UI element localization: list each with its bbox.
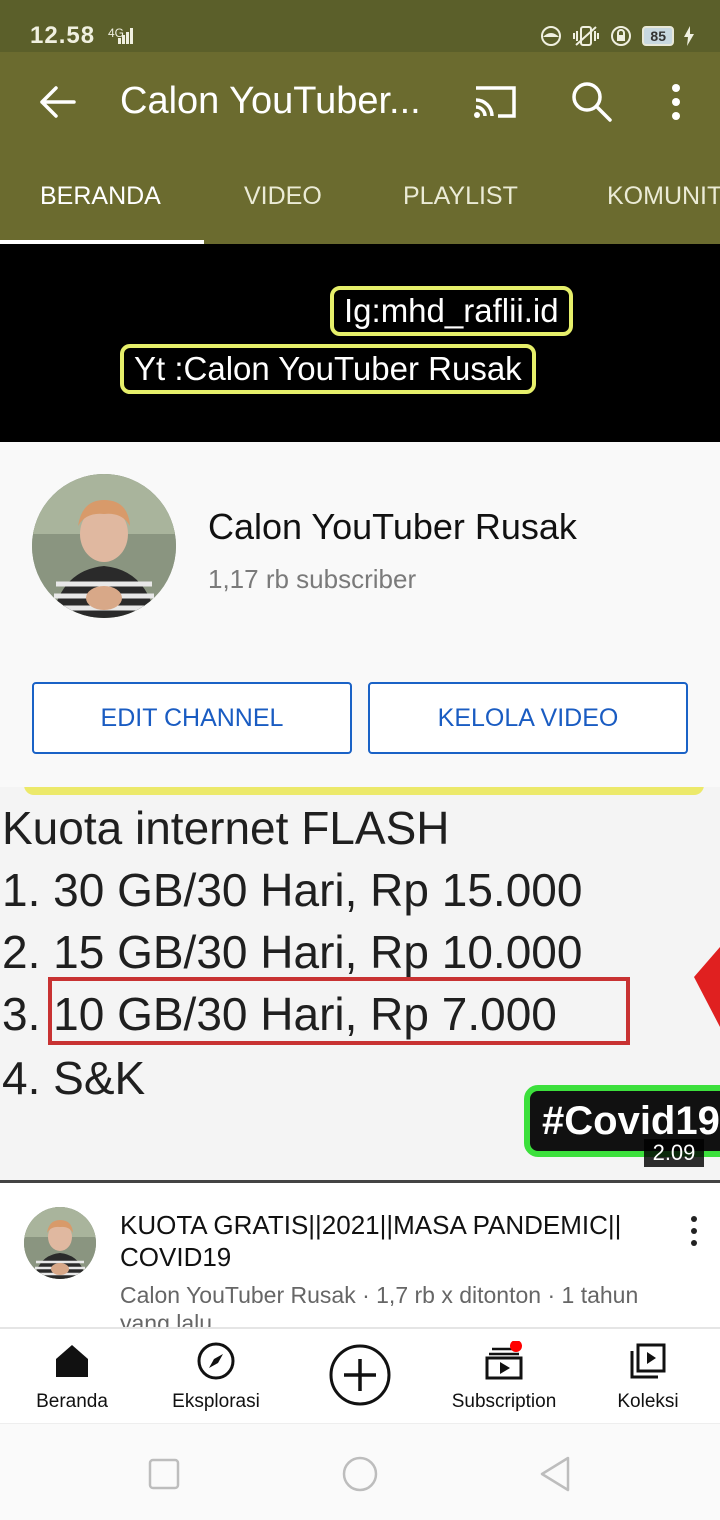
thumbnail-text-line: Kuota internet FLASH bbox=[2, 802, 450, 854]
tab-beranda[interactable]: BERANDA bbox=[40, 182, 161, 211]
channel-info: Calon YouTuber Rusak 1,17 rb subscriber … bbox=[0, 442, 720, 787]
banner-instagram-text: Ig:mhd_raflii.id bbox=[330, 286, 573, 336]
thumbnail-arrow-shape bbox=[694, 947, 720, 1027]
nav-item-beranda[interactable]: Beranda bbox=[0, 1329, 144, 1425]
video-duration: 2.09 bbox=[644, 1139, 704, 1167]
channel-tabs: BERANDA VIDEO PLAYLIST KOMUNIT bbox=[0, 152, 720, 244]
nav-label: Beranda bbox=[36, 1391, 108, 1412]
video-metadata: Calon YouTuber Rusak · 1,7 rb x ditonton… bbox=[120, 1282, 639, 1327]
cast-icon[interactable] bbox=[470, 80, 520, 124]
thumbnail-text-line: 2. 15 GB/30 Hari, Rp 10.000 bbox=[2, 926, 583, 978]
video-list-item[interactable]: KUOTA GRATIS||2021||MASA PANDEMIC|| COVI… bbox=[0, 1183, 720, 1327]
app-bar: Calon YouTuber... bbox=[0, 52, 720, 152]
system-navigation-bar bbox=[0, 1423, 720, 1520]
home-button-icon[interactable] bbox=[340, 1454, 380, 1494]
status-time: 12.58 bbox=[30, 22, 96, 49]
channel-banner: Ig:mhd_raflii.id Yt :Calon YouTuber Rusa… bbox=[0, 244, 720, 442]
more-vert-icon[interactable] bbox=[660, 80, 692, 124]
banner-youtube-text: Yt :Calon YouTuber Rusak bbox=[120, 344, 536, 394]
nav-item-subscription[interactable]: Subscription bbox=[432, 1329, 576, 1425]
avatar-image bbox=[32, 474, 176, 618]
video-channel-avatar[interactable] bbox=[24, 1207, 96, 1279]
status-bar: 12.58 4G 85 bbox=[0, 0, 720, 52]
battery-indicator: 85 bbox=[642, 26, 674, 46]
lock-icon bbox=[611, 26, 632, 46]
page-title: Calon YouTuber... bbox=[120, 80, 421, 122]
video-thumbnail[interactable]: Kuota internet FLASH 1. 30 GB/30 Hari, R… bbox=[0, 787, 720, 1180]
nav-label: Eksplorasi bbox=[172, 1391, 260, 1412]
video-title[interactable]: KUOTA GRATIS||2021||MASA PANDEMIC|| COVI… bbox=[120, 1209, 660, 1273]
bottom-navigation: Beranda Eksplorasi Subscription Koleksi bbox=[0, 1327, 720, 1423]
tab-komunitas[interactable]: KOMUNIT bbox=[607, 182, 720, 211]
avatar-image bbox=[24, 1207, 96, 1279]
nav-item-koleksi[interactable]: Koleksi bbox=[576, 1329, 720, 1425]
thumbnail-text-line: 1. 30 GB/30 Hari, Rp 15.000 bbox=[2, 864, 583, 916]
thumbnail-top-strip bbox=[24, 787, 704, 795]
subscriptions-icon bbox=[485, 1341, 523, 1380]
back-button-icon[interactable] bbox=[536, 1454, 576, 1494]
vibrate-icon bbox=[573, 26, 600, 46]
charging-icon bbox=[684, 26, 694, 46]
manage-videos-button[interactable]: KELOLA VIDEO bbox=[368, 682, 688, 754]
thumbnail-text-line: 4. S&K bbox=[2, 1052, 146, 1104]
nav-item-eksplorasi[interactable]: Eksplorasi bbox=[144, 1329, 288, 1425]
nav-label: Subscription bbox=[451, 1391, 557, 1412]
subscriber-count: 1,17 rb subscriber bbox=[208, 564, 417, 594]
signal-icon bbox=[118, 28, 133, 44]
add-circle-icon[interactable] bbox=[328, 1343, 392, 1407]
home-icon bbox=[56, 1345, 88, 1377]
search-icon[interactable] bbox=[568, 78, 614, 124]
nav-label: Koleksi bbox=[617, 1391, 679, 1412]
tab-playlist[interactable]: PLAYLIST bbox=[403, 182, 518, 211]
back-arrow-icon[interactable] bbox=[34, 78, 82, 126]
eye-comfort-icon bbox=[541, 26, 562, 46]
compass-icon bbox=[197, 1342, 235, 1380]
library-icon bbox=[630, 1343, 666, 1379]
tab-video[interactable]: VIDEO bbox=[244, 182, 322, 211]
more-vert-icon[interactable] bbox=[684, 1213, 704, 1249]
thumbnail-highlight-box bbox=[48, 977, 630, 1045]
channel-name: Calon YouTuber Rusak bbox=[208, 506, 577, 547]
edit-channel-button[interactable]: EDIT CHANNEL bbox=[32, 682, 352, 754]
recent-apps-icon[interactable] bbox=[144, 1454, 184, 1494]
channel-avatar[interactable] bbox=[32, 474, 176, 618]
status-icons: 85 bbox=[540, 24, 694, 48]
